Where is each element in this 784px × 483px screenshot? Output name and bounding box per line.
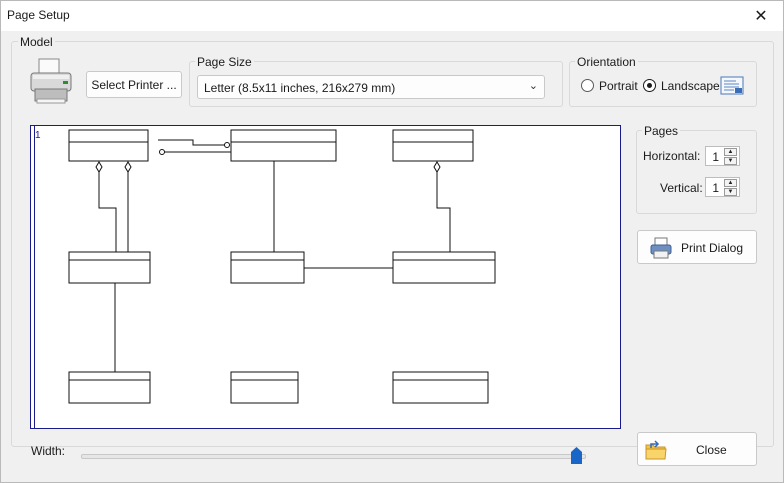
width-slider-thumb[interactable]: [571, 447, 582, 464]
spin-up-icon[interactable]: ▲: [724, 179, 737, 187]
uml-diagram-preview: [68, 129, 496, 404]
vertical-value: 1: [712, 181, 719, 195]
chevron-down-icon: ⌄: [528, 80, 538, 92]
page-setup-window: Page Setup ✕ Model Select Printer ... Pa…: [0, 0, 784, 483]
close-label: Close: [696, 443, 727, 457]
select-printer-label: Select Printer ...: [91, 77, 177, 92]
pages-group: [636, 130, 757, 214]
spin-down-icon[interactable]: ▼: [724, 157, 737, 165]
portrait-label[interactable]: Portrait: [599, 79, 638, 93]
close-button[interactable]: Close: [637, 432, 757, 466]
print-dialog-button[interactable]: Print Dialog: [637, 230, 757, 264]
landscape-page-icon: [720, 76, 744, 95]
vertical-label: Vertical:: [660, 181, 703, 195]
title-bar: Page Setup ✕: [1, 1, 783, 31]
spin-down-icon[interactable]: ▼: [724, 188, 737, 196]
print-dialog-icon: [650, 237, 672, 259]
page-size-select[interactable]: Letter (8.5x11 inches, 216x279 mm) ⌄: [197, 75, 545, 99]
page-size-legend: Page Size: [195, 55, 254, 69]
landscape-radio[interactable]: [643, 79, 656, 92]
pages-legend: Pages: [642, 124, 681, 138]
width-slider-track[interactable]: [81, 454, 586, 459]
window-title: Page Setup: [7, 8, 70, 22]
folder-close-icon: [645, 440, 667, 460]
page-size-value: Letter (8.5x11 inches, 216x279 mm): [204, 81, 396, 95]
landscape-label[interactable]: Landscape: [661, 79, 720, 93]
page-preview: 1: [30, 125, 621, 429]
dialog-content: Model Select Printer ... Page Size Lette…: [1, 31, 783, 482]
spin-up-icon[interactable]: ▲: [724, 148, 737, 156]
horizontal-stepper[interactable]: 1 ▲ ▼: [705, 146, 740, 166]
width-label: Width:: [31, 444, 66, 458]
print-dialog-label: Print Dialog: [681, 241, 744, 255]
window-close-button[interactable]: ✕: [739, 1, 783, 31]
horizontal-value: 1: [712, 150, 719, 164]
orientation-legend: Orientation: [575, 55, 638, 69]
select-printer-button[interactable]: Select Printer ...: [86, 71, 182, 98]
portrait-radio[interactable]: [581, 79, 594, 92]
vertical-stepper[interactable]: 1 ▲ ▼: [705, 177, 740, 197]
model-legend: Model: [18, 35, 55, 49]
printer-icon: [30, 58, 72, 104]
horizontal-label: Horizontal:: [643, 149, 701, 163]
